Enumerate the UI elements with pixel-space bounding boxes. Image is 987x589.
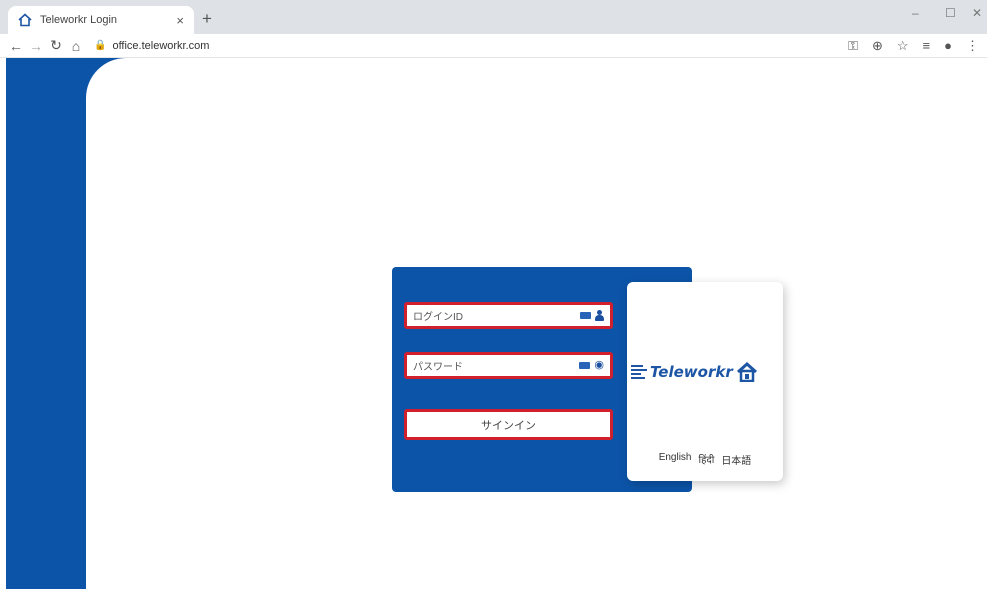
keyboard-icon[interactable] xyxy=(579,362,591,369)
user-icon xyxy=(595,310,604,321)
house-logo-icon xyxy=(736,362,757,382)
lock-icon: 🔒 xyxy=(94,40,107,51)
lang-japanese[interactable]: 日本語 xyxy=(721,452,751,467)
menu-icon[interactable]: ⋮ xyxy=(966,38,979,54)
left-blue-band xyxy=(6,58,86,589)
new-tab-button[interactable]: + xyxy=(202,9,212,29)
speed-lines-icon xyxy=(631,365,647,379)
language-selector: English हिंदी 日本語 xyxy=(627,452,783,467)
reading-list-icon[interactable]: ≡ xyxy=(923,38,931,54)
star-icon[interactable]: ☆ xyxy=(897,38,909,54)
password-placeholder: パスワード xyxy=(413,362,463,373)
forward-arrow-icon[interactable]: → xyxy=(26,38,46,54)
signin-button[interactable]: サインイン xyxy=(404,409,613,440)
login-id-field[interactable]: ログインID xyxy=(404,302,613,329)
maximize-button[interactable]: ☐ xyxy=(945,6,956,20)
back-arrow-icon[interactable]: ← xyxy=(6,38,26,54)
tab-title: Teleworkr Login xyxy=(40,14,118,26)
tab-close-icon[interactable]: × xyxy=(176,13,184,28)
browser-tab-bar: Teleworkr Login × + – ☐ ✕ xyxy=(0,0,987,34)
password-field[interactable]: パスワード ◉ xyxy=(404,352,613,379)
toolbar-actions: ⚿ ⊕ ☆ ≡ ● ⋮ xyxy=(848,38,979,54)
login-id-placeholder: ログインID xyxy=(413,312,463,323)
zoom-icon[interactable]: ⊕ xyxy=(872,38,883,54)
band-curve xyxy=(86,58,166,138)
url-text: office.teleworkr.com xyxy=(112,39,210,52)
browser-tab[interactable]: Teleworkr Login × xyxy=(8,6,194,34)
reload-icon[interactable]: ↻ xyxy=(46,37,66,54)
browser-toolbar: ← → ↻ ⌂ 🔒 office.teleworkr.com ⚿ ⊕ ☆ ≡ ●… xyxy=(0,34,987,58)
profile-icon[interactable]: ● xyxy=(944,38,952,54)
home-icon[interactable]: ⌂ xyxy=(66,38,86,54)
key-icon[interactable]: ⚿ xyxy=(848,38,858,54)
teleworkr-logo: Teleworkr xyxy=(631,362,757,382)
window-close-button[interactable]: ✕ xyxy=(972,6,982,20)
address-bar[interactable]: 🔒 office.teleworkr.com xyxy=(94,40,209,52)
lang-hindi[interactable]: हिंदी xyxy=(699,452,715,467)
minimize-button[interactable]: – xyxy=(912,6,919,20)
keyboard-icon[interactable] xyxy=(580,312,591,319)
eye-icon[interactable]: ◉ xyxy=(594,360,604,371)
brand-panel: Teleworkr English हिंदी 日本語 xyxy=(627,282,783,481)
lang-english[interactable]: English xyxy=(659,452,692,467)
logo-text: Teleworkr xyxy=(650,363,733,381)
house-favicon-icon xyxy=(18,13,32,27)
